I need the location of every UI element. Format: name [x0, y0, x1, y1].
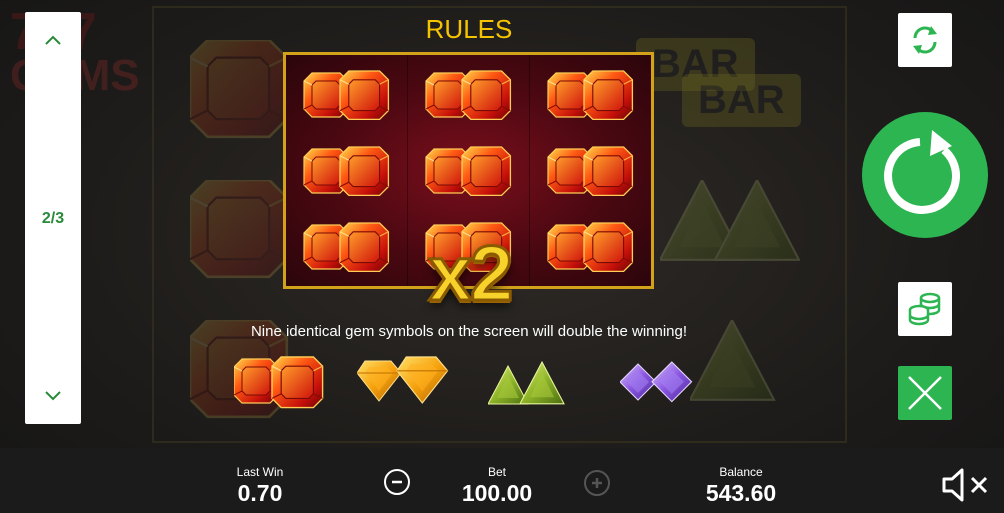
red-gem-icon [425, 70, 512, 121]
rules-title: RULES [425, 14, 513, 44]
minus-icon [392, 480, 402, 484]
last-win-display: Last Win 0.70 [215, 465, 305, 507]
panel-gem-cell [302, 141, 394, 203]
red-gem-icon [547, 146, 634, 197]
panel-gem-cell [302, 217, 394, 279]
red-gem-icon [547, 70, 634, 121]
red-gem-icon [303, 222, 390, 273]
red-gem-icon [547, 222, 634, 273]
red-gem-icon [303, 146, 390, 197]
balance-value: 543.60 [705, 480, 777, 506]
coins-icon [908, 292, 941, 326]
bet-settings-button[interactable] [898, 282, 952, 336]
panel-gem-cell [302, 65, 394, 127]
rules-description: Nine identical gem symbols on the screen… [250, 323, 688, 340]
orange-gem-icon [357, 356, 449, 404]
purple-gem-icon [620, 361, 693, 403]
panel-gem-cell [546, 217, 638, 279]
spin-button[interactable] [862, 112, 988, 238]
increase-bet-button[interactable] [584, 470, 610, 496]
balance-label: Balance [719, 465, 763, 479]
green-gem-icon [488, 361, 565, 405]
multiplier-label: x2 [427, 228, 515, 319]
page-down-button[interactable] [25, 376, 81, 416]
balance-display: Balance 543.60 [686, 465, 796, 507]
last-win-label: Last Win [236, 465, 284, 479]
sound-toggle-button[interactable] [940, 465, 994, 505]
red-gem-icon [234, 356, 324, 409]
panel-gem-cell [546, 141, 638, 203]
close-rules-button[interactable] [898, 366, 952, 420]
close-icon [908, 376, 942, 410]
chevron-down-icon [45, 391, 61, 401]
panel-gem-cell [546, 65, 638, 127]
panel-gem-cell [424, 65, 516, 127]
last-win-value: 0.70 [237, 480, 283, 506]
bet-label: Bet [487, 465, 506, 479]
bet-value: 100.00 [461, 480, 533, 506]
spin-icon [884, 130, 961, 214]
plus-icon [592, 478, 602, 488]
red-gem-icon [425, 146, 512, 197]
page-indicator: 2/3 [41, 210, 65, 227]
bar-symbol: BAR [682, 74, 801, 127]
sound-muted-icon [942, 468, 988, 502]
red-gem-icon [303, 70, 390, 121]
autoplay-button[interactable] [898, 13, 952, 67]
green-gem-icon [660, 180, 800, 261]
panel-gem-cell [424, 141, 516, 203]
bet-display: Bet 100.00 [447, 465, 547, 507]
decrease-bet-button[interactable] [384, 469, 410, 495]
rules-pager: 2/3 [25, 12, 81, 424]
refresh-icon [913, 26, 937, 54]
